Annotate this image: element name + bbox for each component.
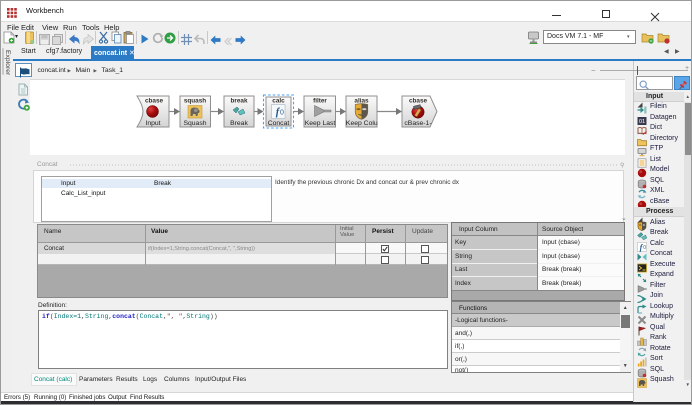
svg-text:cBase-1-: cBase-1- (404, 120, 431, 127)
svg-text:Break: Break (230, 120, 248, 127)
svg-text:Input: Input (145, 120, 160, 127)
svg-text:Squash: Squash (183, 120, 206, 127)
svg-text:Keep Last: Keep Last (305, 120, 336, 127)
svg-text:break: break (230, 98, 247, 105)
svg-text:Keep Colu: Keep Colu (346, 120, 378, 127)
svg-text:filter: filter (313, 98, 327, 105)
svg-text:calc: calc (272, 98, 285, 105)
svg-text:Concat: Concat (268, 120, 290, 127)
svg-text:cbase: cbase (145, 98, 164, 105)
svg-text:0: 0 (280, 110, 284, 117)
svg-text:squash: squash (184, 98, 206, 105)
svg-text:cbase: cbase (409, 98, 428, 105)
